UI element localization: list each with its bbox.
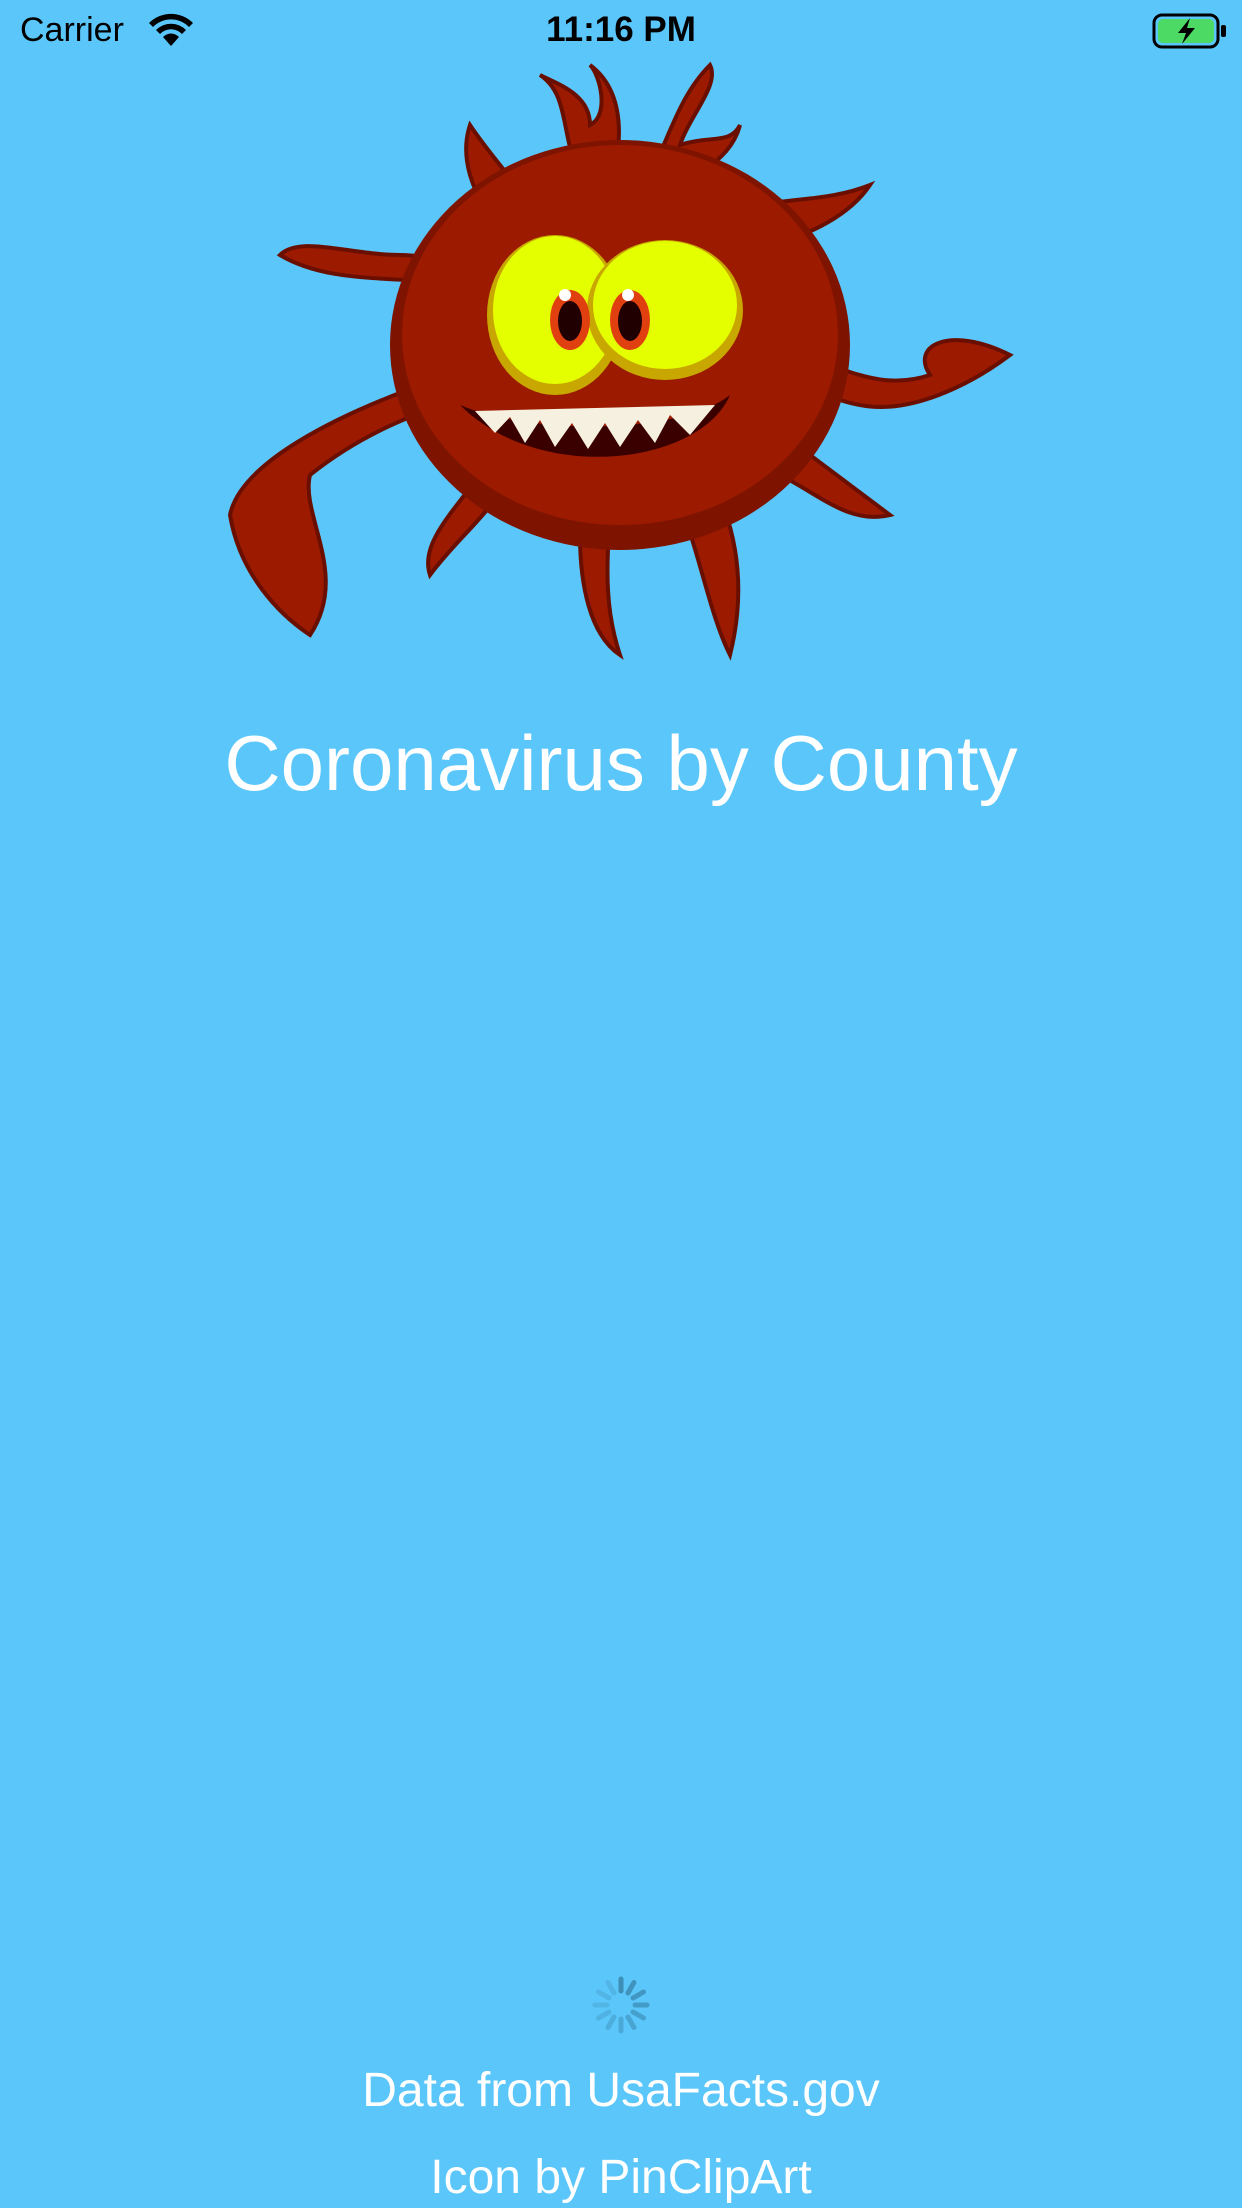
loading-spinner-icon <box>592 1976 650 2034</box>
app-title: Coronavirus by County <box>224 719 1018 807</box>
status-time: 11:16 PM <box>546 10 696 49</box>
data-source-credit: Data from UsaFacts.gov <box>362 2064 880 2117</box>
virus-illustration <box>227 61 1014 661</box>
battery-charging-icon <box>1152 13 1226 49</box>
icon-credit: Icon by PinClipArt <box>430 2151 812 2204</box>
status-bar: Carrier 11:16 PM <box>0 0 1242 60</box>
